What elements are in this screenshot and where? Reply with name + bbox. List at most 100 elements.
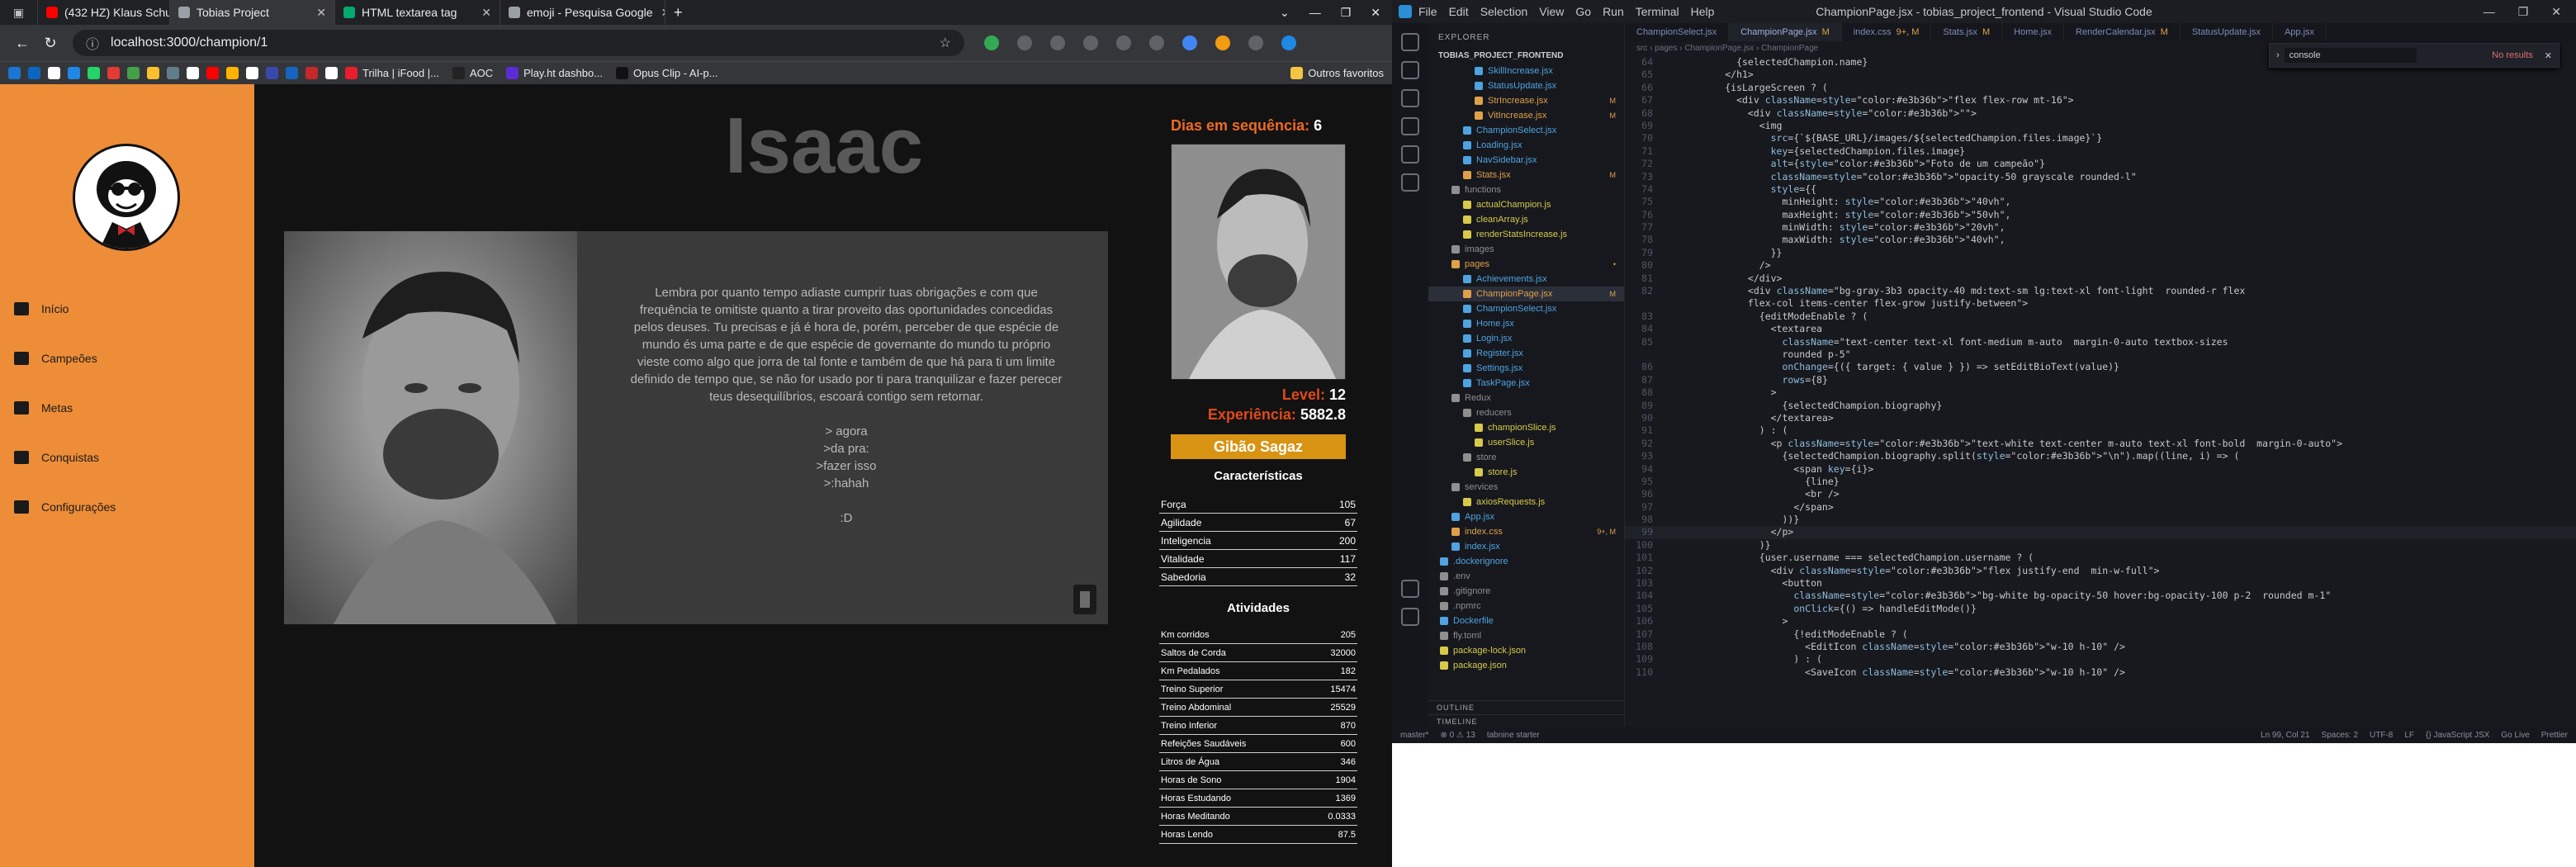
file-tree-item[interactable]: services — [1428, 480, 1624, 495]
file-tree-item[interactable]: cleanArray.js — [1428, 212, 1624, 227]
file-tree-item[interactable]: NavSidebar.jsx — [1428, 153, 1624, 168]
file-tree-item[interactable]: Login.jsx — [1428, 331, 1624, 346]
browser-tab[interactable]: emoji - Pesquisa Google✕ — [500, 0, 665, 25]
extension-icon[interactable] — [1182, 36, 1197, 50]
status-item[interactable]: Go Live — [2501, 731, 2529, 740]
file-tree-item[interactable]: index.css 9+, M — [1428, 524, 1624, 539]
bookmark-item[interactable]: Trilha | iFood |... — [345, 67, 439, 79]
bookmark-icon[interactable] — [8, 67, 21, 79]
bookmark-icon[interactable] — [167, 67, 179, 79]
file-tree-item[interactable]: ChampionPage.jsx M — [1428, 287, 1624, 301]
back-icon[interactable]: ← — [8, 35, 36, 52]
profile-avatar[interactable] — [1215, 36, 1230, 50]
bing-icon[interactable] — [1281, 36, 1296, 50]
favorites-icon[interactable] — [1083, 36, 1098, 50]
file-tree-item[interactable]: userSlice.js — [1428, 435, 1624, 450]
menu-item-selection[interactable]: Selection — [1480, 5, 1528, 18]
editor-tab[interactable]: App.jsx — [2273, 23, 2327, 41]
file-tree-item[interactable]: Stats.jsx M — [1428, 168, 1624, 182]
file-tree-item[interactable]: TaskPage.jsx — [1428, 376, 1624, 391]
file-tree-item[interactable]: .gitignore — [1428, 584, 1624, 599]
bookmark-icon[interactable] — [28, 67, 40, 79]
file-tree-item[interactable]: axiosRequests.js — [1428, 495, 1624, 509]
menu-item-view[interactable]: View — [1539, 5, 1564, 18]
file-tree-item[interactable]: index.jsx — [1428, 539, 1624, 554]
bookmark-icon[interactable] — [127, 67, 140, 79]
file-tree-item[interactable]: renderStatsIncrease.js — [1428, 227, 1624, 242]
close-icon[interactable]: ✕ — [653, 6, 665, 20]
star-icon[interactable]: ☆ — [940, 35, 951, 51]
minimize-icon[interactable]: — — [1309, 6, 1321, 20]
file-tree-item[interactable]: actualChampion.js — [1428, 197, 1624, 212]
close-icon[interactable]: ✕ — [308, 6, 326, 20]
collections-icon[interactable] — [1116, 36, 1131, 50]
run-debug-icon[interactable] — [1401, 117, 1419, 135]
file-tree-item[interactable]: images — [1428, 242, 1624, 257]
browser-tab[interactable]: (432 HZ) Klaus Schul✕ — [38, 0, 170, 25]
project-name[interactable]: TOBIAS_PROJECT_FRONTEND — [1428, 51, 1624, 64]
bookmark-icon[interactable] — [206, 67, 219, 79]
menu-item-help[interactable]: Help — [1691, 5, 1715, 18]
search-icon[interactable] — [1401, 61, 1419, 79]
bookmark-icon[interactable] — [226, 67, 239, 79]
editor-tab[interactable]: ChampionPage.jsx M — [1729, 23, 1842, 41]
bookmark-icon[interactable] — [48, 67, 60, 79]
gear-icon[interactable] — [1401, 608, 1419, 626]
outline-header[interactable]: OUTLINE — [1428, 700, 1625, 714]
chevron-down-icon[interactable]: ⌄ — [1280, 6, 1290, 20]
split-screen-icon[interactable] — [1050, 36, 1065, 50]
file-tree-item[interactable]: ChampionSelect.jsx — [1428, 123, 1624, 138]
edit-bio-button[interactable] — [1073, 585, 1096, 614]
bookmark-icon[interactable] — [305, 67, 318, 79]
maximize-icon[interactable]: ❐ — [2518, 5, 2529, 19]
bookmark-icon[interactable] — [68, 67, 80, 79]
file-tree-item[interactable]: VitIncrease.jsx M — [1428, 108, 1624, 123]
file-tree-item[interactable]: Home.jsx — [1428, 316, 1624, 331]
file-tree-item[interactable]: package-lock.json — [1428, 643, 1624, 658]
file-tree-item[interactable]: StatusUpdate.jsx — [1428, 78, 1624, 93]
sidebar-item-4[interactable]: Configurações — [12, 497, 116, 517]
sidebar-item-3[interactable]: Conquistas — [12, 448, 99, 467]
new-tab-button[interactable]: + — [665, 0, 691, 25]
file-tree-item[interactable]: pages • — [1428, 257, 1624, 272]
files-icon[interactable] — [1401, 33, 1419, 51]
bookmark-item[interactable]: Opus Clip - AI-p... — [616, 67, 718, 79]
file-tree-item[interactable]: Redux — [1428, 391, 1624, 405]
file-tree-item[interactable]: Loading.jsx — [1428, 138, 1624, 153]
tab-search-button[interactable]: ▣ — [0, 0, 38, 25]
menu-item-terminal[interactable]: Terminal — [1636, 5, 1679, 18]
status-item[interactable]: Spaces: 2 — [2322, 731, 2358, 740]
status-item[interactable]: UTF-8 — [2370, 731, 2393, 740]
close-icon[interactable]: ✕ — [2551, 5, 2561, 19]
file-tree-item[interactable]: store — [1428, 450, 1624, 465]
status-item[interactable]: tabnine starter — [1487, 731, 1540, 740]
bookmark-icon[interactable] — [286, 67, 298, 79]
editor-tab[interactable]: RenderCalendar.jsx M — [2064, 23, 2181, 41]
other-bookmarks-folder[interactable]: Outros favoritos — [1290, 67, 1384, 79]
bookmark-icon[interactable] — [107, 67, 120, 79]
minimize-icon[interactable]: — — [2484, 5, 2495, 19]
file-tree-item[interactable]: Achievements.jsx — [1428, 272, 1624, 287]
menu-item-go[interactable]: Go — [1575, 5, 1591, 18]
file-tree-item[interactable]: .env — [1428, 569, 1624, 584]
bookmark-icon[interactable] — [266, 67, 278, 79]
downloads-icon[interactable] — [1149, 36, 1164, 50]
bookmark-item[interactable]: Play.ht dashbo... — [506, 67, 603, 79]
extension-icon[interactable] — [984, 36, 999, 50]
file-tree-item[interactable]: Register.jsx — [1428, 346, 1624, 361]
menu-item-run[interactable]: Run — [1603, 5, 1624, 18]
menu-item-file[interactable]: File — [1418, 5, 1437, 18]
bookmark-item[interactable]: AOC — [452, 67, 493, 79]
sidebar-item-1[interactable]: Campeões — [12, 348, 97, 368]
more-icon[interactable] — [1248, 36, 1263, 50]
browser-tab[interactable]: Tobias Project ✕ — [170, 0, 335, 25]
extension-icon[interactable] — [1017, 36, 1032, 50]
source-control-icon[interactable] — [1401, 89, 1419, 107]
file-tree-item[interactable]: reducers — [1428, 405, 1624, 420]
file-tree-item[interactable]: .npmrc — [1428, 599, 1624, 614]
code-editor[interactable]: 64 {selectedChampion.name} 65 </h1> 66 {is… — [1625, 56, 2576, 710]
editor-tab[interactable]: Home.jsx — [2002, 23, 2065, 41]
file-tree-item[interactable]: Dockerfile — [1428, 614, 1624, 628]
bookmark-icon[interactable] — [147, 67, 159, 79]
file-tree-item[interactable]: StrIncrease.jsx M — [1428, 93, 1624, 108]
